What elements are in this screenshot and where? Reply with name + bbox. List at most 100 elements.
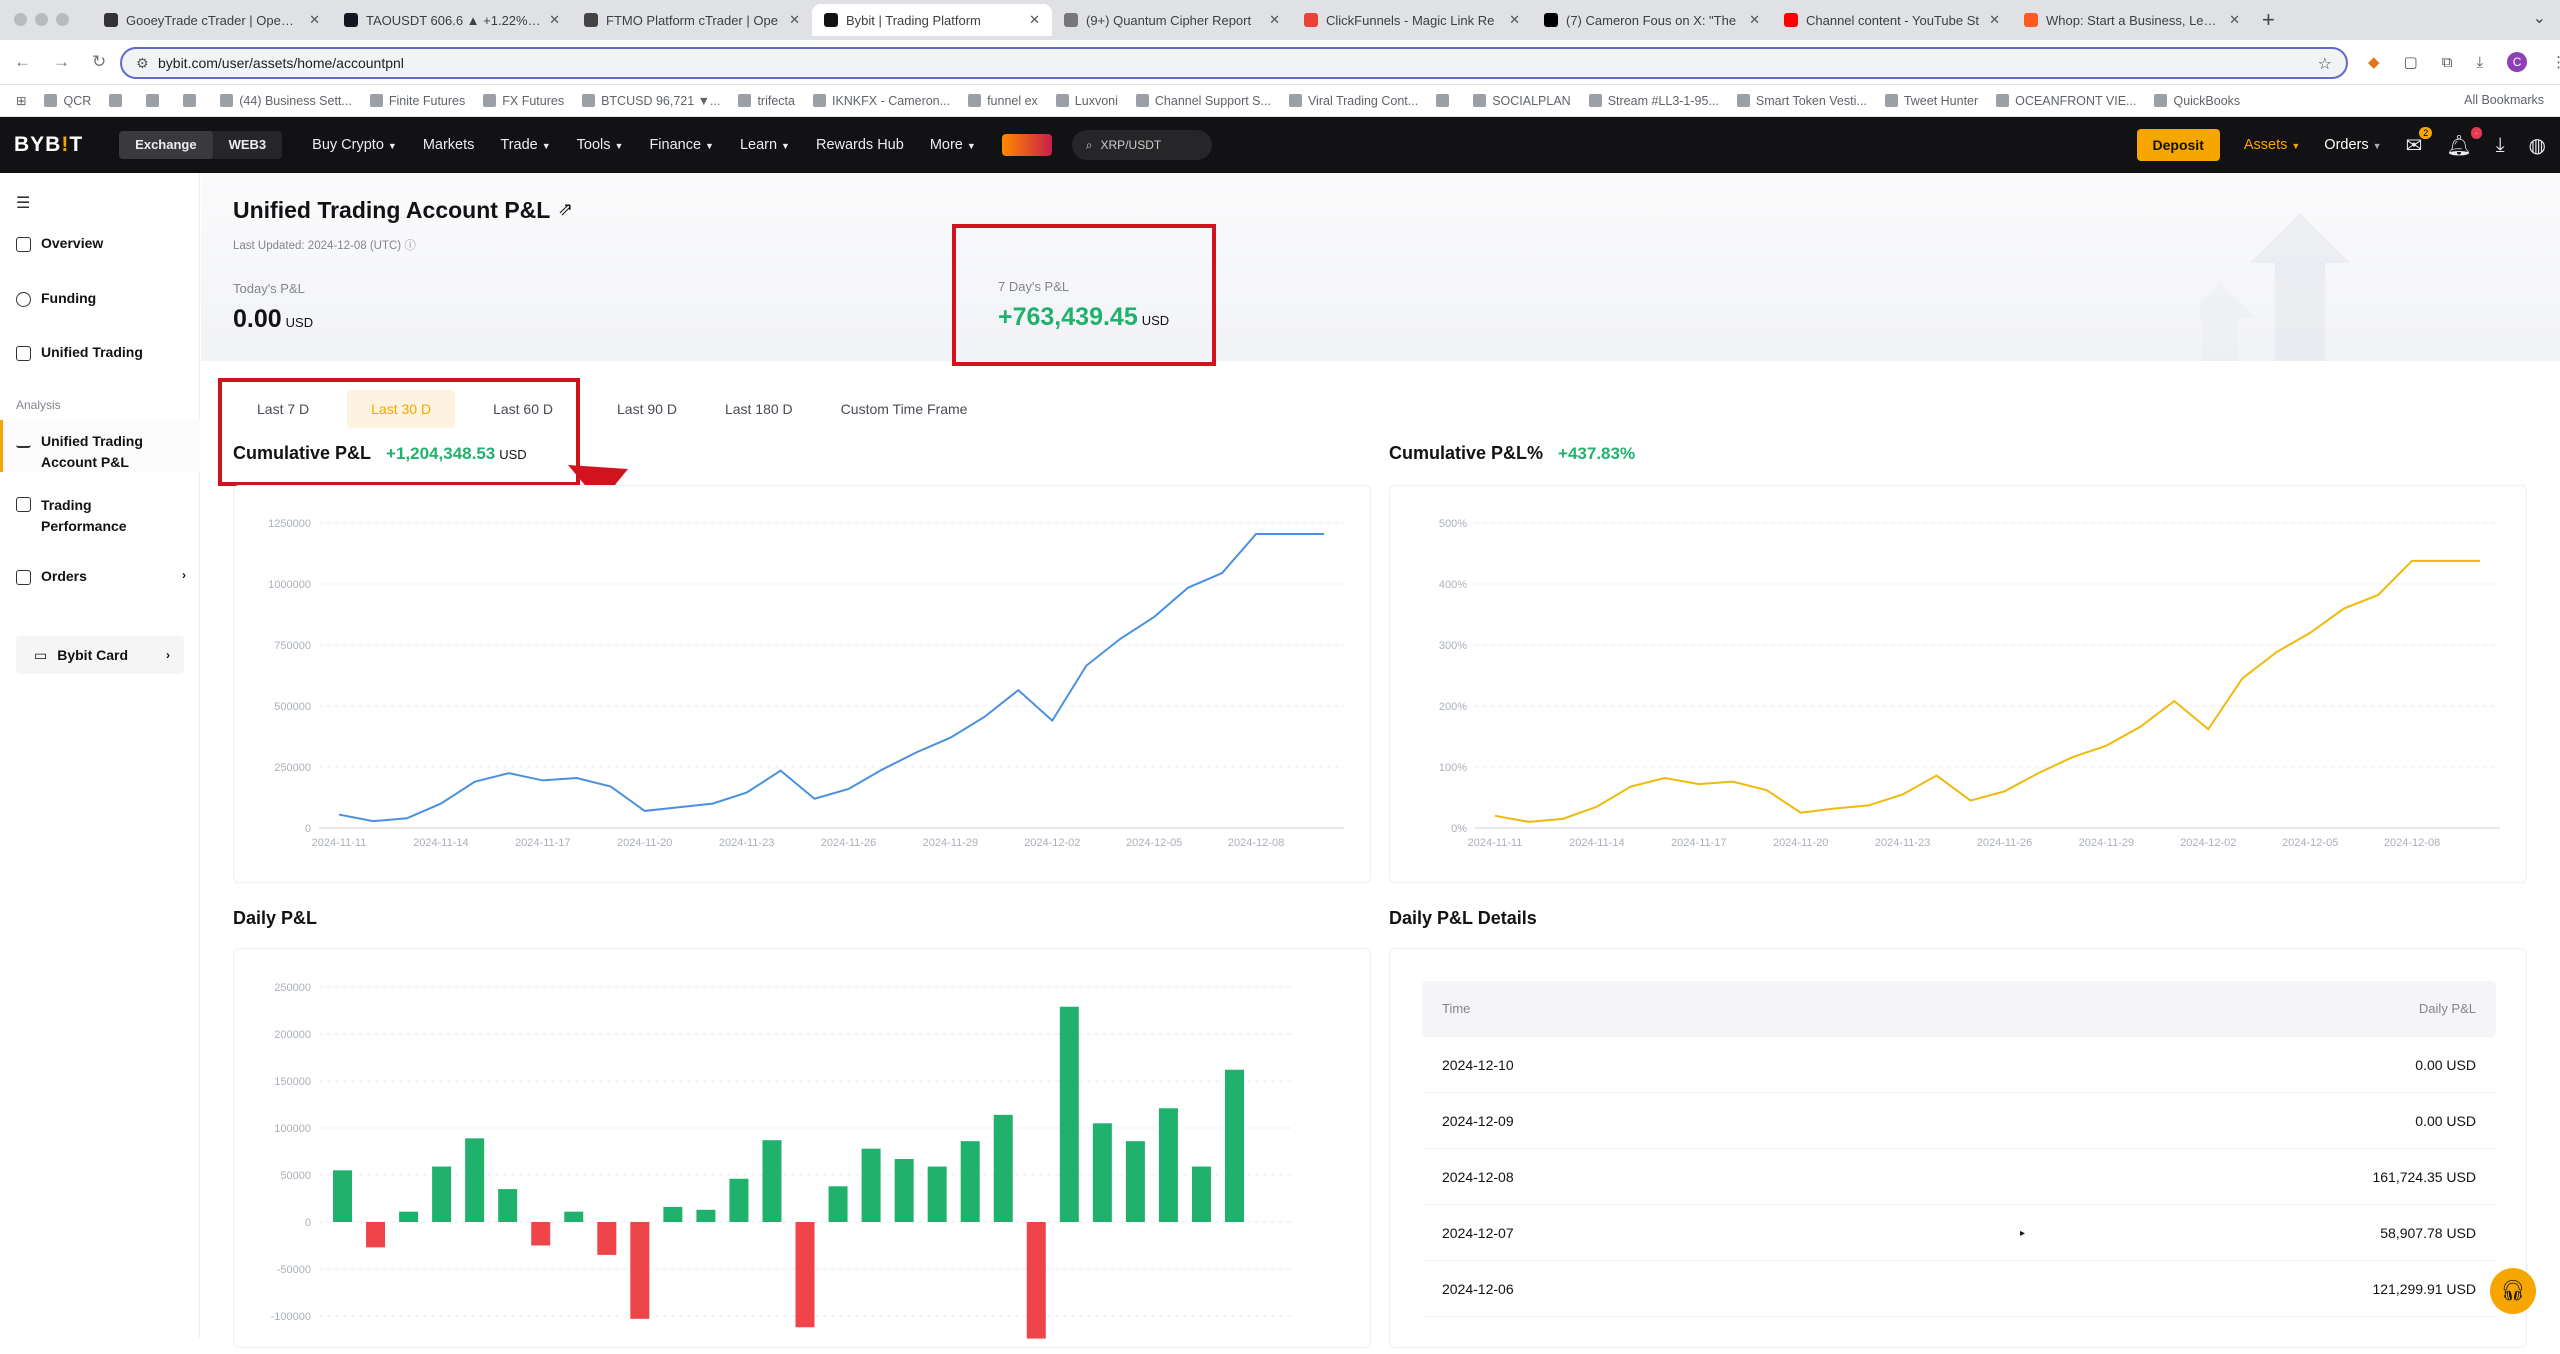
forward-arrow-icon[interactable]: →	[53, 52, 70, 72]
messages-icon[interactable]: ✉2	[2406, 133, 2423, 158]
bookmark-item[interactable]	[146, 94, 165, 107]
close-tab-icon[interactable]: ✕	[2229, 12, 2240, 28]
browser-tab[interactable]: Bybit | Trading Platform✕	[812, 4, 1052, 36]
apps-grid-icon[interactable]: ⊞	[16, 93, 26, 108]
extension-icon[interactable]: ▢	[2404, 53, 2418, 71]
bookmark-item[interactable]: QCR	[44, 94, 91, 108]
browser-tab[interactable]: Channel content - YouTube St✕	[1772, 4, 2012, 36]
browser-tab[interactable]: (9+) Quantum Cipher Report ✕	[1052, 4, 1292, 36]
close-tab-icon[interactable]: ✕	[1989, 12, 2000, 28]
bybit-card-button[interactable]: ▭Bybit Card›	[16, 636, 184, 674]
nav-orders[interactable]: Orders▼	[2324, 137, 2381, 153]
bookmark-item[interactable]: OCEANFRONT VIE...	[1996, 94, 2136, 108]
tab-search-chevron-icon[interactable]: ⌄	[2533, 8, 2546, 28]
nav-tools[interactable]: Tools▼	[577, 137, 624, 153]
reload-icon[interactable]: ↻	[92, 52, 106, 72]
nav-finance[interactable]: Finance▼	[649, 137, 714, 153]
bookmark-item[interactable]: BTCUSD 96,721 ▼...	[582, 94, 720, 108]
browser-tab[interactable]: FTMO Platform cTrader | Ope✕	[572, 4, 812, 36]
bookmark-item[interactable]: Smart Token Vesti...	[1737, 94, 1867, 108]
browser-tab[interactable]: (7) Cameron Fous on X: "The✕	[1532, 4, 1772, 36]
y-tick-label: 1000000	[268, 579, 311, 591]
browser-tab[interactable]: TAOUSDT 606.6 ▲ +1.22% Ti✕	[332, 4, 572, 36]
daily-pnl-bar	[366, 1222, 385, 1247]
close-tab-icon[interactable]: ✕	[309, 12, 320, 28]
profile-avatar[interactable]: C	[2507, 52, 2527, 72]
promo-banner-image[interactable]	[1002, 134, 1052, 156]
daily-pnl-chart[interactable]: 250000200000150000100000500000-50000-100…	[234, 949, 1372, 1349]
sidebar-item-orders[interactable]: Orders›	[16, 568, 186, 585]
bookmark-star-icon[interactable]: ☆	[2318, 54, 2332, 74]
close-tab-icon[interactable]: ✕	[1749, 12, 1760, 28]
sidebar-item-trading-performance[interactable]: Trading Performance	[16, 495, 146, 537]
close-tab-icon[interactable]: ✕	[1269, 12, 1280, 28]
exchange-switch[interactable]: Exchange	[119, 131, 212, 159]
notifications-bell-icon[interactable]: 🔔︎·	[2446, 133, 2471, 158]
nav-assets[interactable]: Assets▼	[2244, 137, 2300, 153]
tab-last-90d[interactable]: Last 90 D	[593, 390, 701, 428]
bookmark-item[interactable]: FX Futures	[483, 94, 564, 108]
browser-tab[interactable]: ClickFunnels - Magic Link Re✕	[1292, 4, 1532, 36]
nav-rewards-hub[interactable]: Rewards Hub	[816, 137, 904, 153]
x-tick-label: 2024-11-20	[617, 837, 672, 849]
bookmark-item[interactable]: Luxvoni	[1056, 94, 1118, 108]
url-text: bybit.com/user/assets/home/accountpnl	[158, 55, 404, 71]
bookmark-item[interactable]: Channel Support S...	[1136, 94, 1271, 108]
external-link-icon[interactable]: ⇗	[558, 199, 573, 220]
bookmark-favicon-icon	[1136, 94, 1149, 107]
bookmark-item[interactable]	[183, 94, 202, 107]
bookmark-item[interactable]	[109, 94, 128, 107]
nav-trade[interactable]: Trade▼	[500, 137, 550, 153]
tab-title: (9+) Quantum Cipher Report	[1086, 13, 1261, 28]
language-globe-icon[interactable]: ◍	[2529, 133, 2546, 158]
collapse-menu-icon[interactable]: ☰	[16, 193, 30, 213]
nav-buy-crypto[interactable]: Buy Crypto▼	[312, 137, 397, 153]
bookmark-item[interactable]: SOCIALPLAN	[1473, 94, 1571, 108]
url-bar[interactable]: ⚙ bybit.com/user/assets/home/accountpnl …	[120, 47, 2348, 79]
all-bookmarks[interactable]: All Bookmarks	[2464, 93, 2544, 107]
close-tab-icon[interactable]: ✕	[789, 12, 800, 28]
bookmark-item[interactable]: Viral Trading Cont...	[1289, 94, 1418, 108]
tab-custom-time-frame[interactable]: Custom Time Frame	[817, 390, 992, 428]
new-tab-plus-icon[interactable]: +	[2252, 4, 2285, 36]
bookmark-item[interactable]	[1436, 94, 1455, 107]
tab-last-180d[interactable]: Last 180 D	[701, 390, 817, 428]
bookmark-item[interactable]: Finite Futures	[370, 94, 465, 108]
browser-tab[interactable]: Whop: Start a Business, Learn✕	[2012, 4, 2252, 36]
bookmark-favicon-icon	[1436, 94, 1449, 107]
browser-tab[interactable]: GooeyTrade cTrader | Open Tr✕	[92, 4, 332, 36]
bybit-logo[interactable]: BYB!T	[14, 133, 83, 157]
download-app-icon[interactable]: ⤓	[2496, 134, 2505, 157]
browser-menu-icon[interactable]: ⋮	[2551, 53, 2560, 71]
close-tab-icon[interactable]: ✕	[1509, 12, 1520, 28]
sidebar-item-account-pnl[interactable]: Unified Trading Account P&L	[16, 431, 166, 473]
bookmark-item[interactable]: Stream #LL3-1-95...	[1589, 94, 1719, 108]
bookmark-item[interactable]: IKNKFX - Cameron...	[813, 94, 950, 108]
bookmark-item[interactable]: funnel ex	[968, 94, 1038, 108]
back-arrow-icon[interactable]: ←	[14, 52, 31, 72]
info-icon[interactable]: ⓘ	[404, 240, 416, 252]
bookmark-item[interactable]: Tweet Hunter	[1885, 94, 1978, 108]
bookmark-item[interactable]: trifecta	[738, 94, 795, 108]
support-chat-icon[interactable]: 🎧︎	[2490, 1268, 2536, 1314]
market-search[interactable]: ⌕ XRP/USDT	[1072, 130, 1212, 160]
site-info-icon[interactable]: ⚙	[136, 55, 149, 72]
cumulative-pnl-chart[interactable]: 0250000500000750000100000012500002024-11…	[234, 486, 1372, 884]
cumulative-pnl-pct-chart[interactable]: 0%100%200%300%400%500%2024-11-112024-11-…	[1390, 486, 2528, 884]
extensions-puzzle-icon[interactable]: ⧉	[2442, 54, 2453, 71]
deposit-button[interactable]: Deposit	[2137, 129, 2220, 161]
bookmark-item[interactable]: (44) Business Sett...	[220, 94, 352, 108]
sidebar-item-overview[interactable]: Overview	[16, 235, 186, 252]
close-tab-icon[interactable]: ✕	[1029, 12, 1040, 28]
bookmark-item[interactable]: QuickBooks	[2154, 94, 2240, 108]
sidebar-item-funding[interactable]: Funding	[16, 290, 186, 307]
close-tab-icon[interactable]: ✕	[549, 12, 560, 28]
window-controls[interactable]	[14, 13, 69, 26]
web3-switch[interactable]: WEB3	[213, 131, 283, 159]
nav-markets[interactable]: Markets	[423, 137, 475, 153]
nav-learn[interactable]: Learn▼	[740, 137, 790, 153]
sidebar-item-unified-trading[interactable]: Unified Trading	[16, 344, 186, 361]
download-icon[interactable]: ⤓	[2476, 54, 2483, 71]
nav-more[interactable]: More▼	[930, 137, 976, 153]
extension-metamask-icon[interactable]: ◆	[2368, 53, 2380, 71]
